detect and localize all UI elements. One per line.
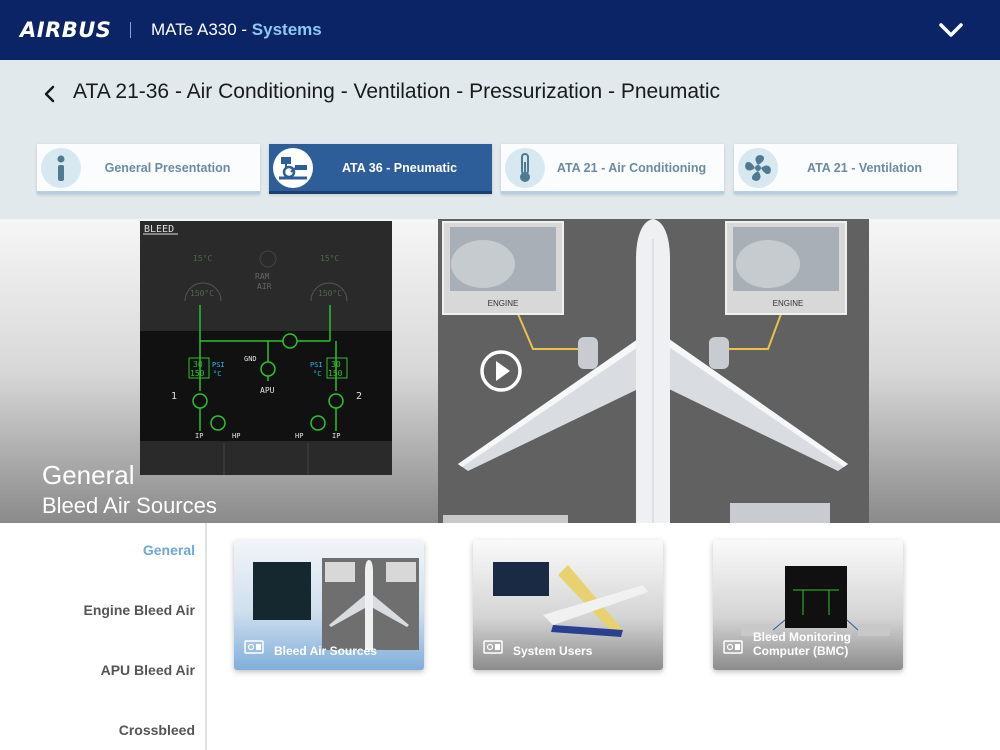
gallery-icon <box>723 640 743 654</box>
ecam-psi-left: 30 <box>193 360 203 369</box>
aircraft-top-view: ENGINE ENGINE <box>438 219 869 523</box>
ecam-page-label: BLEED <box>144 224 174 235</box>
app-title-prefix: MATe A330 - <box>151 20 252 39</box>
ecam-hp-right: HP <box>295 432 303 440</box>
engine-label-left: ENGINE <box>488 299 519 308</box>
tab-label: ATA 21 - Ventilation <box>806 160 923 175</box>
ecam-gnd-label: GND <box>244 355 257 363</box>
play-icon[interactable] <box>479 349 523 393</box>
chevron-down-icon[interactable] <box>936 16 966 44</box>
tab-ata-21-ventilation[interactable]: ATA 21 - Ventilation <box>734 144 957 194</box>
ecam-psi-unit-left: PSI <box>212 361 225 369</box>
hero-subtitle: Bleed Air Sources <box>42 493 217 518</box>
thermometer-icon <box>505 147 545 188</box>
hero-banner: BLEED RAM AIR 15°C 15°C 150°C 150°C APU … <box>0 219 1000 523</box>
page-title: ATA 21-36 - Air Conditioning - Ventilati… <box>73 80 721 103</box>
ecam-hp-left: HP <box>232 432 240 440</box>
hero-title: General <box>42 460 135 490</box>
ecam-ip-right: IP <box>332 432 340 440</box>
ecam-ip-left: IP <box>195 432 203 440</box>
nav-item-apu-bleed-air[interactable]: APU Bleed Air <box>101 662 195 678</box>
engine-label-right: ENGINE <box>773 299 804 308</box>
ecam-apu-label: APU <box>260 386 275 395</box>
card-caption: System Users <box>513 644 593 658</box>
nav-item-general[interactable]: General <box>143 542 195 558</box>
nav-item-engine-bleed-air[interactable]: Engine Bleed Air <box>83 602 195 618</box>
nav-item-crossbleed[interactable]: Crossbleed <box>119 722 195 738</box>
media-card-bleed-air-sources[interactable]: Bleed Air Sources <box>234 540 424 670</box>
tab-ata-21-air-conditioning[interactable]: ATA 21 - Air Conditioning <box>501 144 724 194</box>
ecam-ram-label: RAM <box>255 272 270 281</box>
media-card-system-users[interactable]: System Users <box>473 540 663 670</box>
ecam-air-label: AIR <box>257 282 272 291</box>
pneumatic-valve-icon <box>273 147 313 188</box>
tab-label: ATA 36 - Pneumatic <box>341 160 458 175</box>
airbus-logo: AIRBUS <box>20 18 112 42</box>
gallery-icon <box>244 640 264 654</box>
ecam-psi-unit-right: PSI <box>310 361 323 369</box>
ecam-c-left: 150 <box>190 369 205 378</box>
fan-icon <box>738 147 778 188</box>
tab-label: General Presentation <box>104 160 231 175</box>
media-card-bleed-monitoring-computer[interactable]: Bleed Monitoring Computer (BMC) <box>713 540 903 670</box>
top-bar: AIRBUS MATe A330 - Systems <box>0 0 1000 60</box>
title-separator <box>130 22 131 38</box>
app-title-section: Systems <box>251 20 322 39</box>
ecam-temp-right: 15°C <box>320 254 339 263</box>
tab-ata-36-pneumatic[interactable]: ATA 36 - Pneumatic <box>269 144 492 194</box>
ecam-engine-1: 1 <box>171 391 177 402</box>
ecam-c-unit-right: °C <box>313 370 321 378</box>
chapter-tabs: General Presentation ATA 36 - Pneumatic <box>37 144 957 194</box>
page-header: ATA 21-36 - Air Conditioning - Ventilati… <box>0 60 1000 220</box>
ecam-temp-left: 15°C <box>193 254 212 263</box>
ecam-psi-right: 30 <box>331 360 341 369</box>
ecam-temp-right-2: 150°C <box>318 289 342 298</box>
card-caption: Bleed Air Sources <box>274 644 377 658</box>
ecam-temp-left-2: 150°C <box>190 289 214 298</box>
ecam-bleed-display: BLEED RAM AIR 15°C 15°C 150°C 150°C APU … <box>140 221 392 475</box>
card-caption: Bleed Monitoring Computer (BMC) <box>753 630 851 658</box>
ecam-engine-2: 2 <box>356 391 362 402</box>
tab-label: ATA 21 - Air Conditioning <box>556 160 707 175</box>
gallery-icon <box>483 640 503 654</box>
tab-general-presentation[interactable]: General Presentation <box>37 144 260 194</box>
app-title: MATe A330 - Systems <box>151 20 322 40</box>
ecam-c-right: 150 <box>328 369 343 378</box>
ecam-c-unit-left: °C <box>213 370 221 378</box>
section-nav: General Engine Bleed Air APU Bleed Air C… <box>0 523 207 750</box>
info-icon <box>41 147 81 188</box>
chevron-left-icon[interactable] <box>42 84 56 104</box>
